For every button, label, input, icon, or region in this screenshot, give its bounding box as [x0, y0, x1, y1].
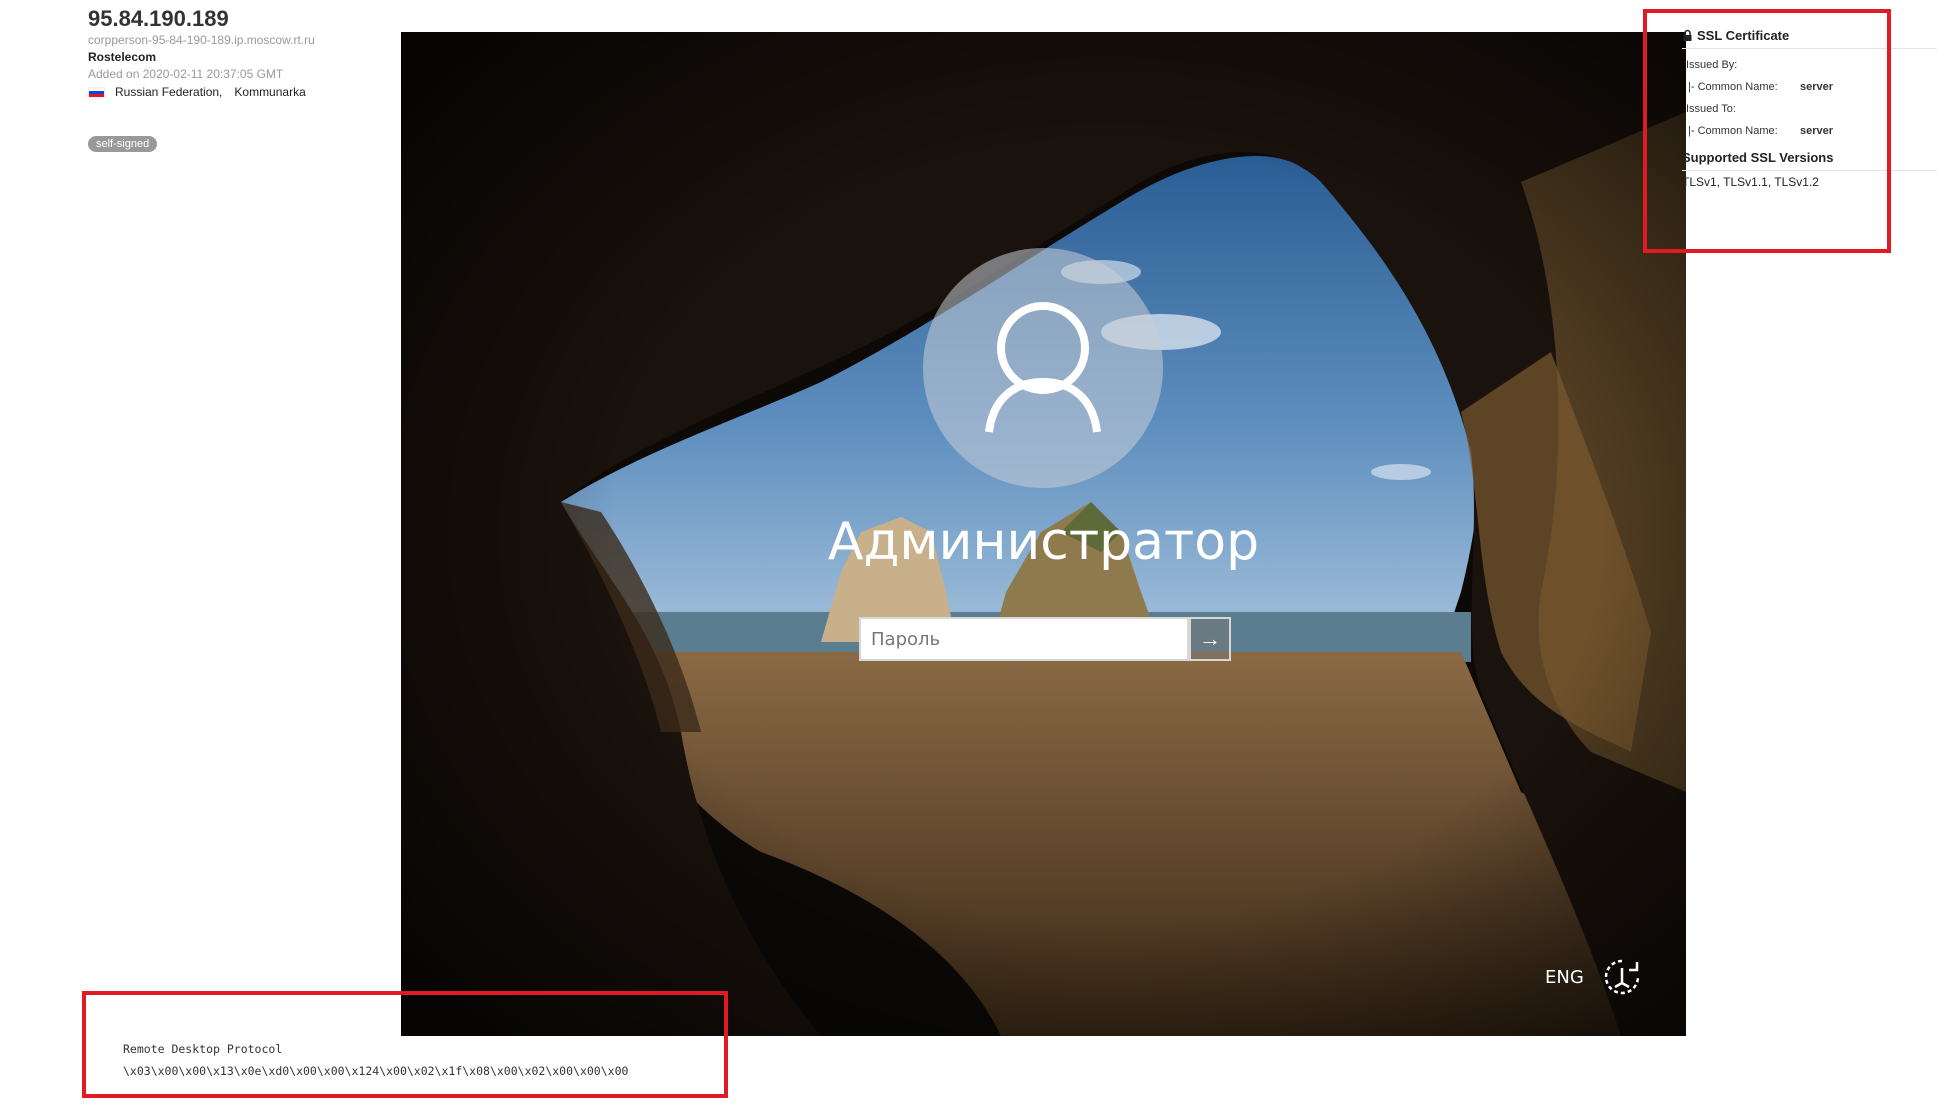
password-field-container — [859, 617, 1189, 661]
ssl-highlight-box — [1643, 9, 1891, 253]
arrow-right-icon: → — [1199, 626, 1221, 651]
user-avatar — [923, 248, 1163, 488]
self-signed-tag[interactable]: self-signed — [88, 136, 158, 152]
host-location: Russian Federation, Kommunarka — [88, 83, 418, 102]
host-info: 95.84.190.189 corpperson-95-84-190-189.i… — [88, 8, 418, 102]
host-ip[interactable]: 95.84.190.189 — [88, 8, 418, 30]
password-input[interactable] — [861, 619, 1187, 659]
submit-button[interactable]: → — [1189, 617, 1231, 661]
host-added-date: Added on 2020-02-11 20:37:05 GMT — [88, 67, 284, 81]
ease-of-access-icon[interactable] — [1601, 956, 1643, 998]
host-country[interactable]: Russian Federation, — [115, 83, 222, 102]
language-indicator[interactable]: ENG — [1545, 967, 1584, 988]
host-hostname: corpperson-95-84-190-189.ip.moscow.rt.ru — [88, 33, 315, 47]
rdp-screenshot: Администратор → ENG — [401, 32, 1686, 1036]
user-icon — [985, 302, 1101, 433]
host-org[interactable]: Rostelecom — [88, 49, 418, 66]
russia-flag-icon — [88, 87, 105, 98]
host-city[interactable]: Kommunarka — [234, 83, 305, 102]
login-username: Администратор — [827, 512, 1260, 572]
rdp-highlight-box — [82, 991, 728, 1098]
